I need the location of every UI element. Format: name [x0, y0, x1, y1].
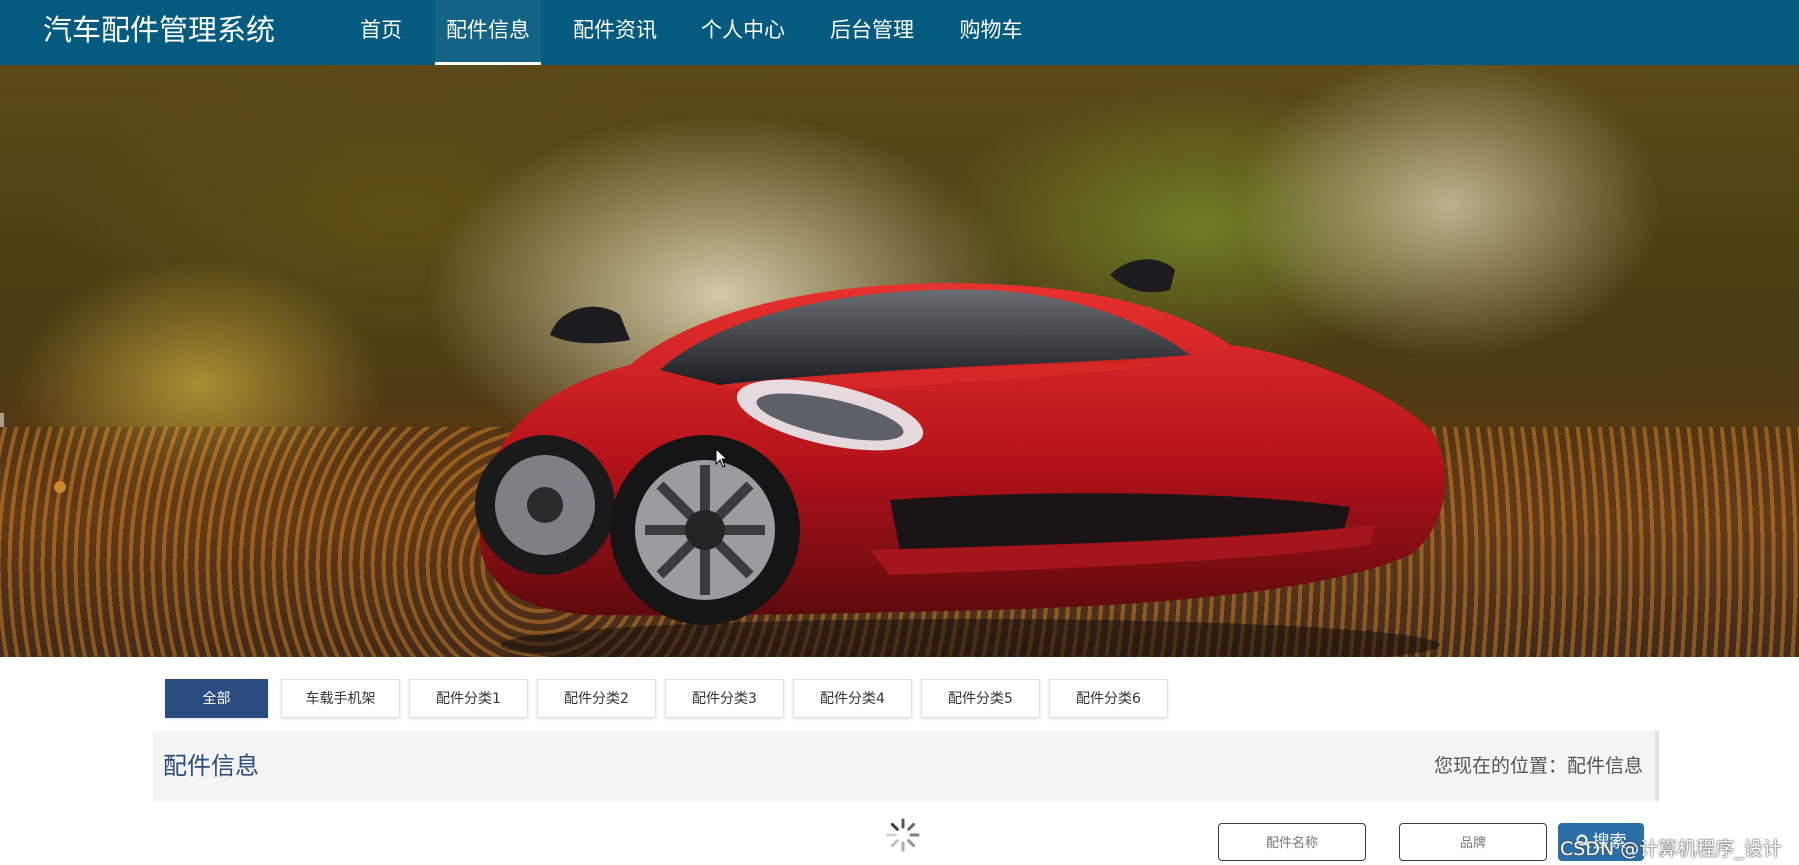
category-tab-4[interactable]: 配件分类4 — [793, 679, 912, 718]
category-tab-5[interactable]: 配件分类5 — [921, 679, 1040, 718]
section-header: 配件信息 您现在的位置：配件信息 — [153, 731, 1659, 801]
nav-item-parts-news[interactable]: 配件资讯 — [562, 0, 668, 65]
breadcrumb: 您现在的位置：配件信息 — [1433, 755, 1643, 777]
nav-item-profile[interactable]: 个人中心 — [690, 0, 796, 65]
brand-input[interactable] — [1399, 823, 1547, 861]
nav-item-cart[interactable]: 购物车 — [948, 0, 1034, 65]
category-tab-phone-holder[interactable]: 车载手机架 — [281, 679, 400, 718]
category-tab-2[interactable]: 配件分类2 — [537, 679, 656, 718]
top-navbar: 汽车配件管理系统 首页 配件信息 配件资讯 个人中心 后台管理 购物车 — [0, 0, 1799, 65]
category-tab-6[interactable]: 配件分类6 — [1049, 679, 1168, 718]
nav-item-parts-info[interactable]: 配件信息 — [435, 0, 541, 65]
watermark-text: CSDN @计算机程序_设计 — [1560, 838, 1782, 860]
mouse-cursor-icon — [715, 448, 729, 468]
category-tab-all[interactable]: 全部 — [165, 679, 268, 718]
carousel-edge-marker — [0, 413, 4, 427]
category-tab-3[interactable]: 配件分类3 — [665, 679, 784, 718]
part-name-input[interactable] — [1218, 823, 1366, 861]
nav-item-home[interactable]: 首页 — [348, 0, 414, 65]
app-title: 汽车配件管理系统 — [43, 13, 276, 47]
hero-carousel[interactable] — [0, 65, 1799, 657]
banner-sports-car-image — [475, 259, 1446, 657]
loading-spinner-icon — [886, 818, 920, 852]
category-tab-1[interactable]: 配件分类1 — [409, 679, 528, 718]
nav-item-admin[interactable]: 后台管理 — [819, 0, 925, 65]
section-title: 配件信息 — [163, 752, 259, 780]
